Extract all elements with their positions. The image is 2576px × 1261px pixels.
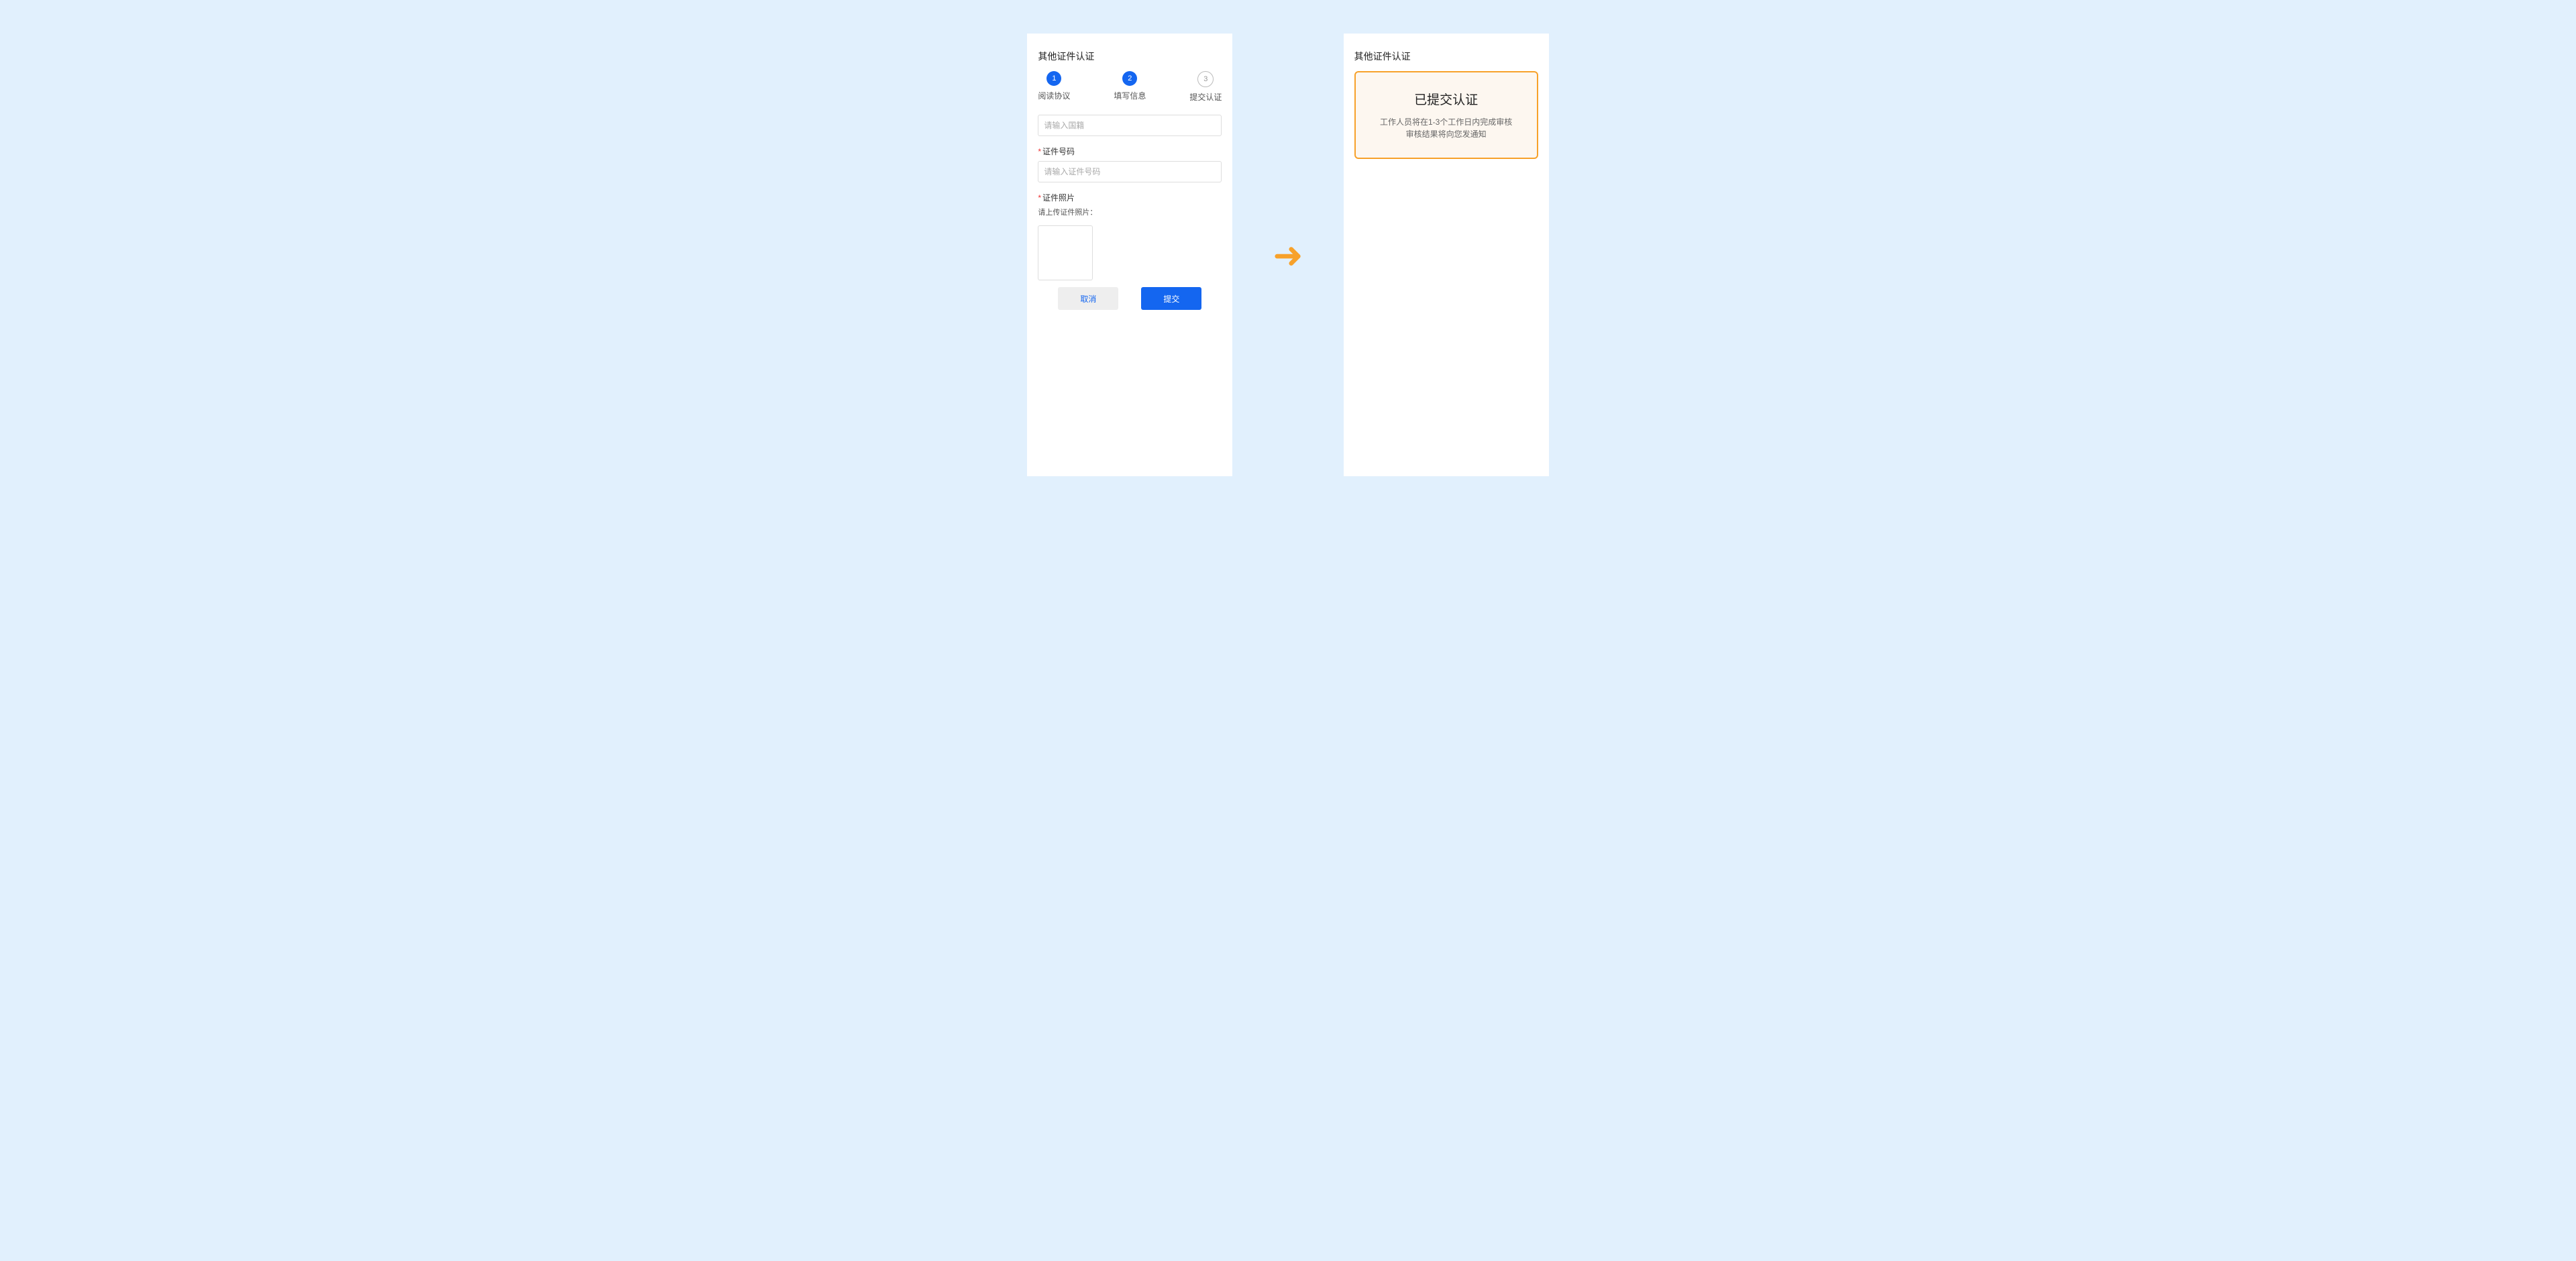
cancel-button[interactable]: 取消 — [1058, 287, 1119, 310]
page-title: 其他证件认证 — [1038, 51, 1095, 62]
arrow-icon: ➜ — [1273, 235, 1303, 276]
result-panel: 其他证件认证 已提交认证 工作人员将在1-3个工作日内完成审核 审核结果将向您发… — [1343, 34, 1549, 476]
form-panel: 其他证件认证 1 阅读协议 2 填写信息 3 提交认证 请输入国籍 * 证件号码 请输入… — [1027, 34, 1233, 476]
photo-label: * 证件照片 — [1038, 193, 1075, 203]
steps: 1 阅读协议 2 填写信息 3 提交认证 — [1038, 71, 1222, 103]
done-title: 已提交认证 — [1414, 93, 1479, 107]
photo-hint: 请上传证件照片： — [1038, 209, 1097, 217]
done-text-2: 审核结果将向您发通知 — [1405, 129, 1487, 139]
done-card: 已提交认证 工作人员将在1-3个工作日内完成审核 审核结果将向您发通知 — [1354, 71, 1538, 159]
done-text: 工作人员将在1-3个工作日内完成审核 — [1379, 117, 1513, 127]
id-number-input[interactable]: 请输入证件号码 — [1038, 161, 1222, 182]
result-title: 其他证件认证 — [1354, 51, 1411, 62]
nationality-input[interactable]: 请输入国籍 — [1038, 115, 1222, 136]
photo-upload[interactable] — [1038, 225, 1093, 280]
step-3: 3 提交认证 — [1189, 71, 1222, 103]
step-1: 1 阅读协议 — [1038, 71, 1070, 103]
buttons: 取消 提交 — [1038, 287, 1222, 310]
step-2: 2 填写信息 — [1114, 71, 1146, 103]
submit-button[interactable]: 提交 — [1141, 287, 1202, 310]
field-label: * 证件号码 — [1038, 147, 1075, 156]
